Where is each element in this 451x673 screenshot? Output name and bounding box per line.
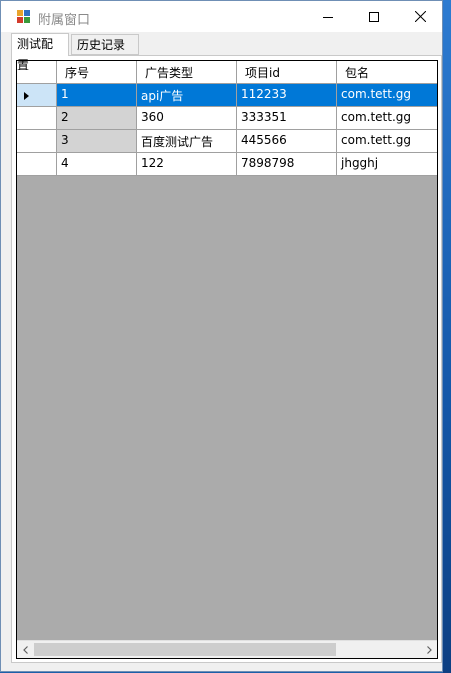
row-header[interactable]: [17, 130, 57, 153]
table-cell[interactable]: 333351: [237, 107, 337, 130]
title-bar[interactable]: 附属窗口: [1, 1, 442, 32]
grid-header-row: 序号 广告类型 项目id 包名: [17, 61, 437, 84]
table-row[interactable]: 4 122 7898798 jhgghj: [17, 153, 437, 176]
table-row[interactable]: 2 360 333351 com.tett.gg: [17, 107, 437, 130]
table-cell[interactable]: com.tett.gg: [337, 84, 437, 107]
table-cell[interactable]: 2: [57, 107, 137, 130]
table-cell[interactable]: 122: [137, 153, 237, 176]
tab-strip: 测试配置 历史记录: [11, 33, 434, 72]
maximize-button[interactable]: [351, 1, 397, 32]
table-cell[interactable]: 360: [137, 107, 237, 130]
data-grid[interactable]: 序号 广告类型 项目id 包名 1 api广告 112233 com.tett.…: [16, 60, 438, 659]
row-header[interactable]: [17, 107, 57, 130]
minimize-button[interactable]: [305, 1, 351, 32]
table-row[interactable]: 3 百度测试广告 445566 com.tett.gg: [17, 130, 437, 153]
window-title: 附属窗口: [38, 13, 91, 28]
scroll-right-button[interactable]: [420, 641, 437, 658]
row-indicator-icon: [24, 92, 29, 100]
app-icon: [17, 10, 31, 24]
column-header-project-id[interactable]: 项目id: [237, 61, 337, 84]
close-button[interactable]: [397, 1, 443, 32]
chevron-left-icon: [22, 645, 28, 654]
tab-test-config[interactable]: 测试配置: [11, 33, 69, 72]
chevron-right-icon: [426, 645, 432, 654]
horizontal-scrollbar[interactable]: [17, 640, 437, 658]
close-icon: [414, 11, 426, 22]
table-cell[interactable]: com.tett.gg: [337, 130, 437, 153]
maximize-icon: [369, 11, 379, 22]
table-cell[interactable]: 4: [57, 153, 137, 176]
table-cell[interactable]: api广告: [137, 84, 237, 107]
scroll-thumb[interactable]: [34, 643, 336, 656]
tab-history[interactable]: 历史记录: [71, 34, 139, 55]
table-cell[interactable]: 112233: [237, 84, 337, 107]
table-cell[interactable]: jhgghj: [337, 153, 437, 176]
table-cell[interactable]: 3: [57, 130, 137, 153]
desktop-background: [443, 0, 451, 673]
table-cell[interactable]: 1: [57, 84, 137, 107]
table-cell[interactable]: com.tett.gg: [337, 107, 437, 130]
minimize-icon: [323, 16, 333, 18]
table-cell[interactable]: 百度测试广告: [137, 130, 237, 153]
table-row[interactable]: 1 api广告 112233 com.tett.gg: [17, 84, 437, 107]
column-header-package-name[interactable]: 包名: [337, 61, 437, 84]
table-cell[interactable]: 7898798: [237, 153, 337, 176]
table-cell[interactable]: 445566: [237, 130, 337, 153]
scroll-left-button[interactable]: [17, 641, 34, 658]
column-header-index[interactable]: 序号: [57, 61, 137, 84]
app-window: 附属窗口 测试配置 历史记录 序号 广告类型 项目id 包名 1 api广告 1…: [0, 0, 443, 672]
row-header[interactable]: [17, 84, 57, 107]
tab-page-test-config: 序号 广告类型 项目id 包名 1 api广告 112233 com.tett.…: [11, 55, 442, 663]
column-header-ad-type[interactable]: 广告类型: [137, 61, 237, 84]
row-header[interactable]: [17, 153, 57, 176]
